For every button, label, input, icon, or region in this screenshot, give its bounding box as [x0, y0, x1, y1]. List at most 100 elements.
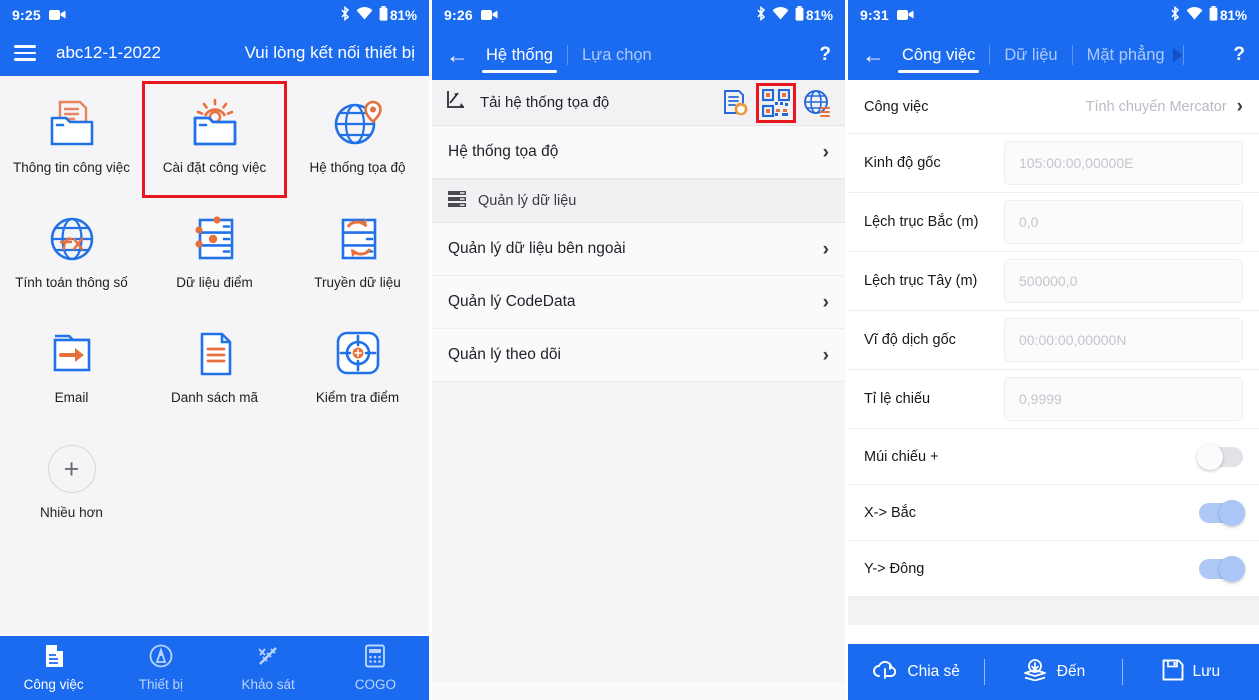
grid-item-label: Kiểm tra điểm [315, 390, 400, 405]
section-header-label: Quản lý dữ liệu [478, 193, 577, 209]
battery-indicator: 81% [795, 6, 833, 24]
globe-fx-icon [44, 211, 100, 267]
zone-plus-toggle[interactable] [1197, 443, 1243, 470]
nav-item-device[interactable]: Thiết bị [107, 636, 214, 700]
list-item-tracking-management[interactable]: Quản lý theo dõi › [432, 329, 845, 382]
status-time: 9:31 [860, 7, 889, 23]
list-item-label: Quản lý CodeData [448, 293, 576, 310]
folder-arrow-icon [44, 326, 100, 382]
grid-item-parameter-calc[interactable]: Tính toán thông số [0, 197, 143, 312]
job-type-row[interactable]: Công việc Tính chuyển Mercator › [848, 80, 1259, 134]
document-shield-icon[interactable] [721, 89, 749, 117]
help-button[interactable]: ? [1233, 44, 1245, 66]
field-false-easting: Lệch trục Tây (m) 500000,0 [848, 252, 1259, 311]
nav-item-jobs[interactable]: Công việc [0, 636, 107, 700]
globe-pin-icon [330, 96, 386, 152]
hamburger-icon[interactable] [14, 45, 36, 61]
load-coordinate-system-row[interactable]: Tải hệ thống tọa độ [432, 80, 845, 126]
tab-plane[interactable]: Mặt phẳng [1073, 30, 1179, 80]
toggle-knob [1219, 555, 1245, 582]
scale-factor-input[interactable]: 0,9999 [1004, 377, 1243, 421]
empty-area [432, 382, 845, 682]
globe-list-icon[interactable] [803, 89, 831, 117]
list-item-label: Quản lý dữ liệu bên ngoài [448, 240, 626, 257]
action-label: Chia sẻ [907, 663, 960, 680]
x-north-toggle[interactable] [1199, 499, 1245, 526]
tab-data[interactable]: Dữ liệu [990, 30, 1071, 80]
job-name-title: abc12-1-2022 [56, 43, 161, 62]
status-time: 9:25 [12, 7, 41, 23]
status-indicators: 81% [756, 5, 833, 24]
grid-item-point-data[interactable]: Dữ liệu điểm [143, 197, 286, 312]
grid-row: + Nhiều hơn [0, 427, 429, 542]
grid-item-coordinate-system[interactable]: Hệ thống tọa độ [286, 82, 429, 197]
camera-icon [480, 9, 498, 21]
action-divider [1121, 659, 1123, 685]
nav-item-label: Thiết bị [138, 677, 184, 692]
grid-item-label: Dữ liệu điểm [176, 275, 253, 290]
central-meridian-input[interactable]: 105:00:00,00000E [1004, 141, 1243, 185]
grid-item-code-list[interactable]: Danh sách mã [143, 312, 286, 427]
battery-percent: 81% [805, 7, 833, 23]
y-east-toggle[interactable] [1199, 555, 1245, 582]
tab-divider [1182, 45, 1184, 65]
plus-circle-icon: + [47, 441, 96, 497]
status-time: 9:26 [444, 7, 473, 23]
tab-system[interactable]: Hệ thống [472, 30, 567, 80]
field-central-meridian: Kinh độ gốc 105:00:00,00000E [848, 134, 1259, 193]
status-bar: 9:25 81% [0, 0, 429, 30]
toggle-row-y-east: Y-> Đông [848, 541, 1259, 597]
antenna-signal-icon [149, 644, 173, 673]
status-indicators: 81% [1170, 5, 1247, 24]
grid-item-label: Email [54, 390, 89, 405]
grid-item-more[interactable]: + Nhiều hơn [0, 427, 143, 542]
back-arrow-icon[interactable]: ← [446, 43, 472, 67]
tab-bar: ← Hệ thống Lựa chọn ? [432, 30, 845, 80]
grid-item-label: Nhiều hơn [40, 505, 103, 520]
tab-job[interactable]: Công việc [888, 30, 989, 80]
help-button[interactable]: ? [819, 44, 831, 66]
grid-item-job-info[interactable]: Thông tin công việc [0, 82, 143, 197]
toggle-label: X-> Bắc [864, 504, 916, 521]
connect-device-status[interactable]: Vui lòng kết nối thiết bị [245, 43, 415, 63]
back-arrow-icon[interactable]: ← [862, 43, 888, 67]
field-label: Vĩ độ dịch gốc [864, 332, 956, 348]
phone-screen-job-menu: 9:25 81% abc12-1-2022 Vui lòng kết nối t… [0, 0, 429, 700]
grid-row: Tính toán thông số Dữ liệu điểm Truyền d… [0, 197, 429, 312]
grid-item-label: Danh sách mã [170, 390, 259, 405]
cloud-share-icon [872, 659, 898, 686]
chevron-right-icon: › [822, 238, 829, 260]
folder-document-icon [44, 96, 100, 152]
plus-glyph: + [47, 445, 96, 493]
nav-item-cogo[interactable]: COGO [322, 636, 429, 700]
bluetooth-icon [756, 5, 766, 24]
job-type-label: Công việc [864, 98, 929, 115]
folder-gear-icon [187, 96, 243, 152]
grid-item-job-settings[interactable]: Cài đặt công việc [142, 81, 287, 198]
false-northing-input[interactable]: 0,0 [1004, 200, 1243, 244]
action-label: Lưu [1192, 663, 1221, 680]
share-button[interactable]: Chia sẻ [848, 644, 984, 700]
battery-icon [1209, 6, 1218, 24]
origin-latitude-input[interactable]: 00:00:00,00000N [1004, 318, 1243, 362]
grid-item-label: Truyền dữ liệu [314, 275, 401, 290]
list-item-coordinate-system[interactable]: Hệ thống tọa độ › [432, 126, 845, 179]
qr-code-icon[interactable] [756, 82, 796, 123]
grid-item-check-point[interactable]: Kiểm tra điểm [286, 312, 429, 427]
goto-button[interactable]: Đến [985, 644, 1121, 700]
save-button[interactable]: Lưu [1123, 644, 1259, 700]
false-easting-input[interactable]: 500000,0 [1004, 259, 1243, 303]
tab-label: Lựa chọn [581, 45, 652, 64]
list-item-external-data-management[interactable]: Quản lý dữ liệu bên ngoài › [432, 223, 845, 276]
list-item-codedata-management[interactable]: Quản lý CodeData › [432, 276, 845, 329]
camera-icon [48, 9, 66, 21]
grid-item-email[interactable]: Email [0, 312, 143, 427]
chevron-right-icon: › [822, 344, 829, 366]
nav-item-survey[interactable]: Khảo sát [215, 636, 322, 700]
grid-item-data-transfer[interactable]: Truyền dữ liệu [286, 197, 429, 312]
survey-ruler-icon [256, 644, 280, 673]
tab-options[interactable]: Lựa chọn [568, 30, 666, 80]
bottom-navigation: Công việc Thiết bị Khảo sát COGO [0, 634, 429, 700]
toggle-row-zone-plus: Múi chiếu + [848, 429, 1259, 485]
field-origin-latitude: Vĩ độ dịch gốc 00:00:00,00000N [848, 311, 1259, 370]
